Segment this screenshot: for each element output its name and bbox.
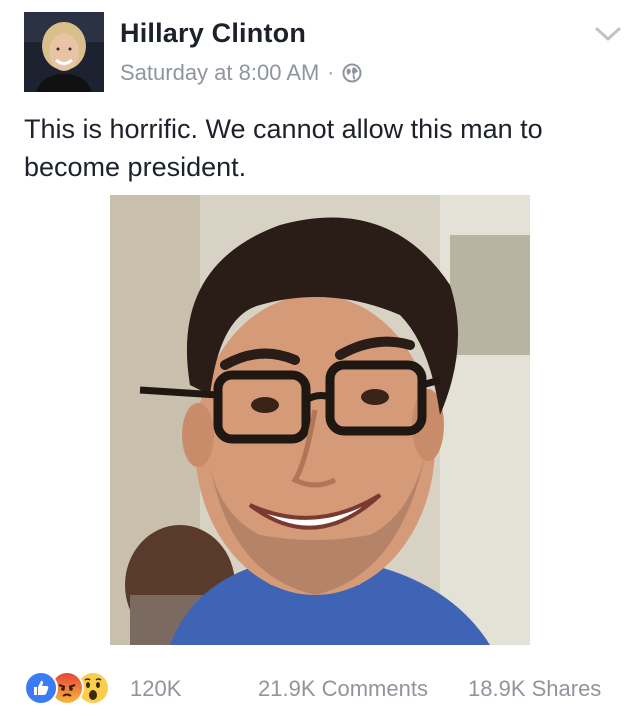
like-icon [24, 671, 58, 705]
post-photo[interactable] [110, 195, 530, 645]
author-name[interactable]: Hillary Clinton [120, 18, 306, 49]
facebook-post: Hillary Clinton Saturday at 8:00 AM · Th… [0, 0, 640, 716]
comments-count[interactable]: 21.9K Comments [258, 676, 428, 702]
post-meta: Saturday at 8:00 AM · [120, 60, 362, 86]
meta-separator: · [327, 61, 335, 84]
post-text: This is horrific. We cannot allow this m… [24, 114, 543, 182]
shares-count[interactable]: 18.9K Shares [468, 676, 601, 702]
post-timestamp[interactable]: Saturday at 8:00 AM [120, 60, 319, 86]
reactions-group[interactable] [24, 670, 110, 706]
post-header: Hillary Clinton Saturday at 8:00 AM · [0, 0, 640, 100]
avatar-image [24, 12, 104, 92]
globe-icon[interactable] [342, 63, 362, 83]
reaction-count[interactable]: 120K [130, 676, 181, 702]
author-avatar[interactable] [24, 12, 104, 92]
post-footer: 120K 21.9K Comments 18.9K Shares [0, 660, 640, 716]
portrait-photo [110, 195, 530, 645]
chevron-down-icon[interactable] [594, 24, 622, 44]
